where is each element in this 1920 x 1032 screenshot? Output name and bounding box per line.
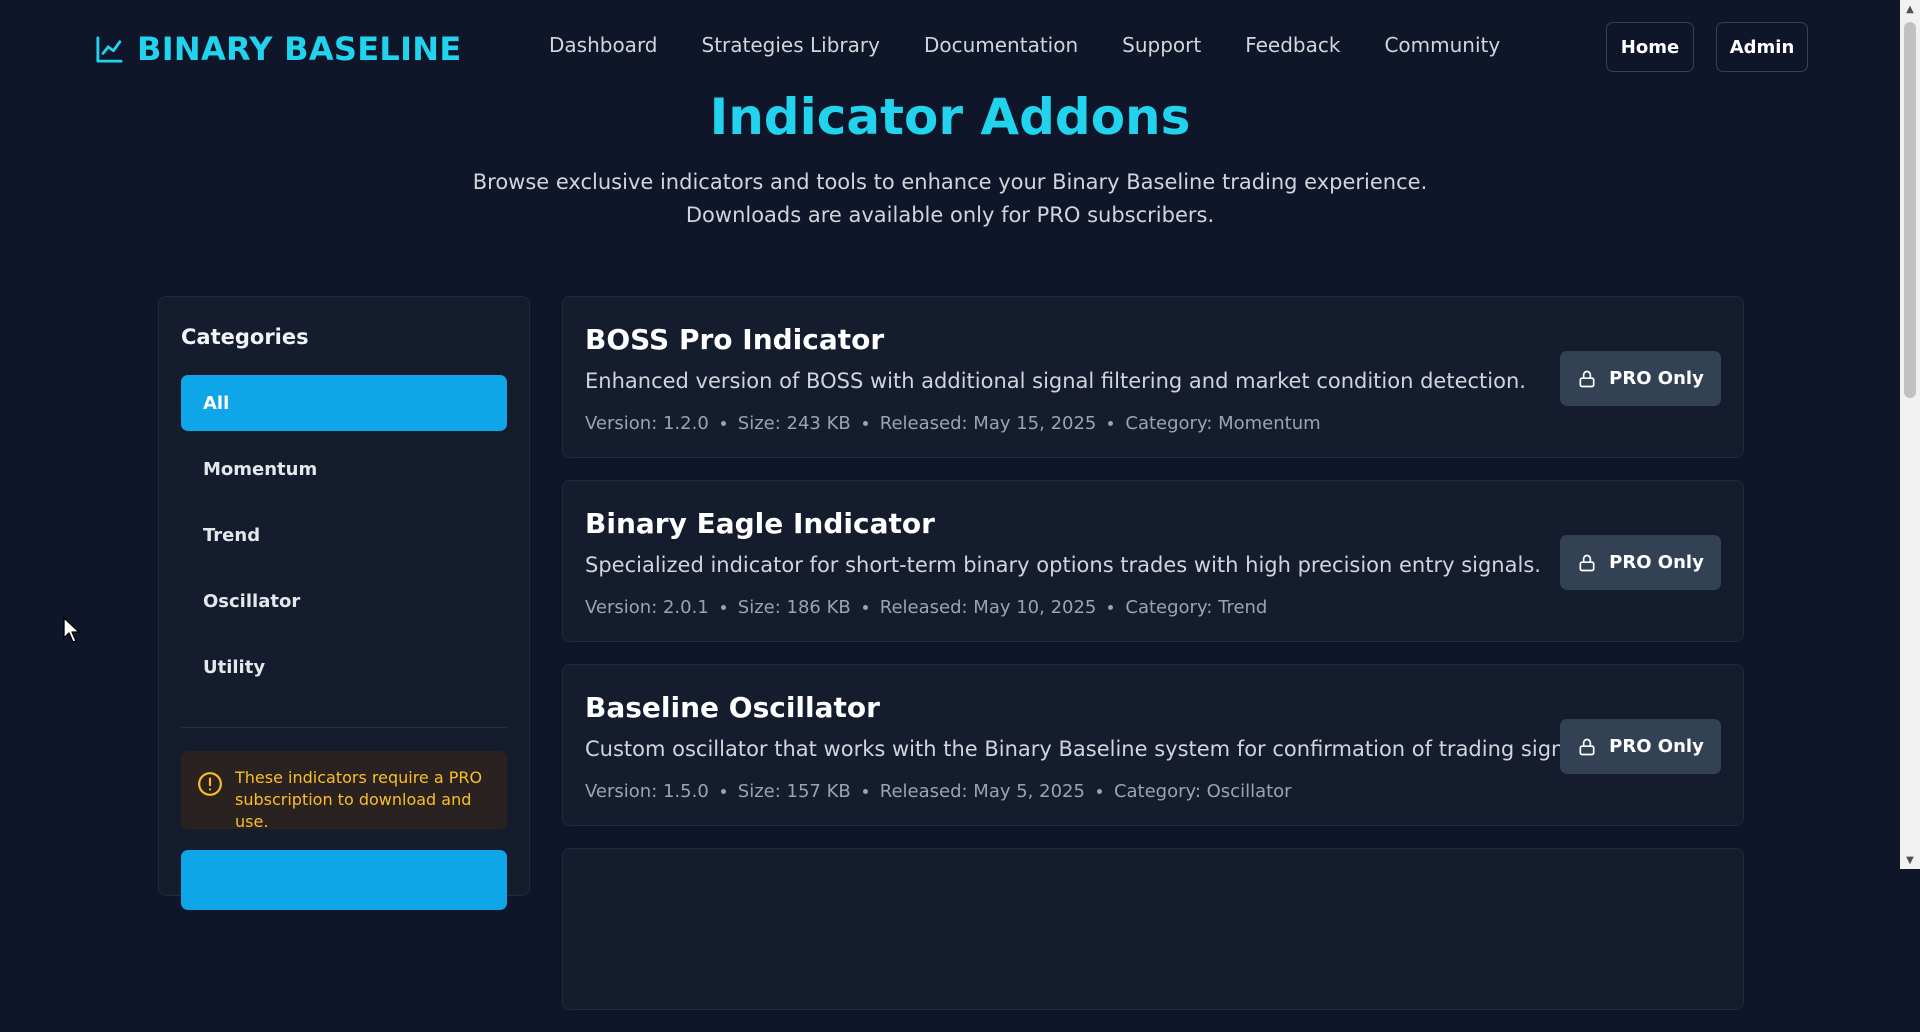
sidebar-divider [181, 727, 507, 728]
home-button[interactable]: Home [1606, 22, 1694, 72]
indicator-card: Baseline Oscillator Custom oscillator th… [562, 664, 1744, 826]
indicator-version: Version: 1.5.0 [585, 781, 709, 802]
meta-separator [1108, 421, 1114, 426]
nav-link-strategies-library[interactable]: Strategies Library [702, 33, 880, 57]
indicator-name: Baseline Oscillator [585, 691, 880, 724]
nav-link-feedback[interactable]: Feedback [1245, 33, 1340, 57]
indicator-description: Enhanced version of BOSS with additional… [585, 369, 1526, 393]
categories-title: Categories [181, 325, 309, 349]
indicator-card [562, 848, 1744, 1010]
meta-separator [862, 789, 868, 794]
admin-button[interactable]: Admin [1716, 22, 1808, 72]
page-scrollbar[interactable]: ▲ ▼ [1900, 0, 1920, 869]
lock-icon [1579, 738, 1595, 755]
pro-only-button[interactable]: PRO Only [1560, 535, 1721, 590]
meta-separator [862, 605, 868, 610]
scroll-down-icon[interactable]: ▼ [1900, 851, 1920, 869]
nav-link-community[interactable]: Community [1384, 33, 1500, 57]
upgrade-button[interactable] [181, 850, 507, 910]
indicator-card: BOSS Pro Indicator Enhanced version of B… [562, 296, 1744, 458]
alert-circle-icon [198, 772, 222, 796]
lock-icon [1579, 370, 1595, 387]
indicator-description: Specialized indicator for short-term bin… [585, 553, 1541, 577]
brand-name: BINARY BASELINE [137, 30, 462, 68]
indicator-meta: Version: 1.5.0 Size: 157 KB Released: Ma… [585, 781, 1292, 802]
page-subtitle: Browse exclusive indicators and tools to… [472, 170, 1428, 227]
category-all[interactable]: All [181, 375, 507, 431]
nav-link-documentation[interactable]: Documentation [924, 33, 1078, 57]
meta-separator [720, 421, 726, 426]
pro-notice: These indicators require a PRO subscript… [181, 751, 507, 831]
indicator-card: Binary Eagle Indicator Specialized indic… [562, 480, 1744, 642]
nav-links: Dashboard Strategies Library Documentati… [549, 33, 1500, 57]
category-momentum[interactable]: Momentum [181, 441, 507, 497]
category-utility[interactable]: Utility [181, 639, 507, 695]
indicator-name: BOSS Pro Indicator [585, 323, 885, 356]
pro-only-label: PRO Only [1609, 552, 1704, 573]
indicator-size: Size: 186 KB [737, 597, 851, 618]
indicator-size: Size: 157 KB [737, 781, 851, 802]
indicator-category: Category: Momentum [1125, 413, 1321, 434]
indicator-released: Released: May 15, 2025 [879, 413, 1097, 434]
category-list: All Momentum Trend Oscillator Utility [181, 375, 507, 705]
indicator-category: Category: Oscillator [1113, 781, 1292, 802]
category-oscillator[interactable]: Oscillator [181, 573, 507, 629]
indicator-meta: Version: 2.0.1 Size: 186 KB Released: Ma… [585, 597, 1267, 618]
lock-icon [1579, 554, 1595, 571]
indicator-list: BOSS Pro Indicator Enhanced version of B… [562, 296, 1744, 1032]
indicator-description: Custom oscillator that works with the Bi… [585, 737, 1601, 761]
indicator-version: Version: 1.2.0 [585, 413, 709, 434]
meta-separator [862, 421, 868, 426]
category-trend[interactable]: Trend [181, 507, 507, 563]
categories-sidebar: Categories All Momentum Trend Oscillator… [158, 296, 530, 910]
indicator-version: Version: 2.0.1 [585, 597, 709, 618]
indicator-meta: Version: 1.2.0 Size: 243 KB Released: Ma… [585, 413, 1321, 434]
indicator-category: Category: Trend [1125, 597, 1268, 618]
mouse-cursor-icon [63, 617, 80, 643]
nav-link-support[interactable]: Support [1122, 33, 1201, 57]
line-chart-icon [96, 35, 123, 63]
pro-notice-text: These indicators require a PRO subscript… [235, 768, 483, 831]
navbar: BINARY BASELINE Dashboard Strategies Lib… [0, 0, 1900, 95]
scroll-thumb[interactable] [1904, 22, 1916, 398]
pro-only-button[interactable]: PRO Only [1560, 351, 1721, 406]
scroll-up-icon[interactable]: ▲ [1900, 0, 1920, 18]
pro-only-label: PRO Only [1609, 368, 1704, 389]
page-title: Indicator Addons [709, 88, 1191, 146]
meta-separator [720, 605, 726, 610]
pro-only-label: PRO Only [1609, 736, 1704, 757]
meta-separator [1096, 789, 1102, 794]
indicator-name: Binary Eagle Indicator [585, 507, 935, 540]
indicator-size: Size: 243 KB [737, 413, 851, 434]
indicator-released: Released: May 5, 2025 [879, 781, 1085, 802]
meta-separator [1108, 605, 1114, 610]
brand-logo[interactable]: BINARY BASELINE [94, 30, 462, 68]
indicator-released: Released: May 10, 2025 [879, 597, 1097, 618]
nav-link-dashboard[interactable]: Dashboard [549, 33, 658, 57]
meta-separator [720, 789, 726, 794]
pro-only-button[interactable]: PRO Only [1560, 719, 1721, 774]
